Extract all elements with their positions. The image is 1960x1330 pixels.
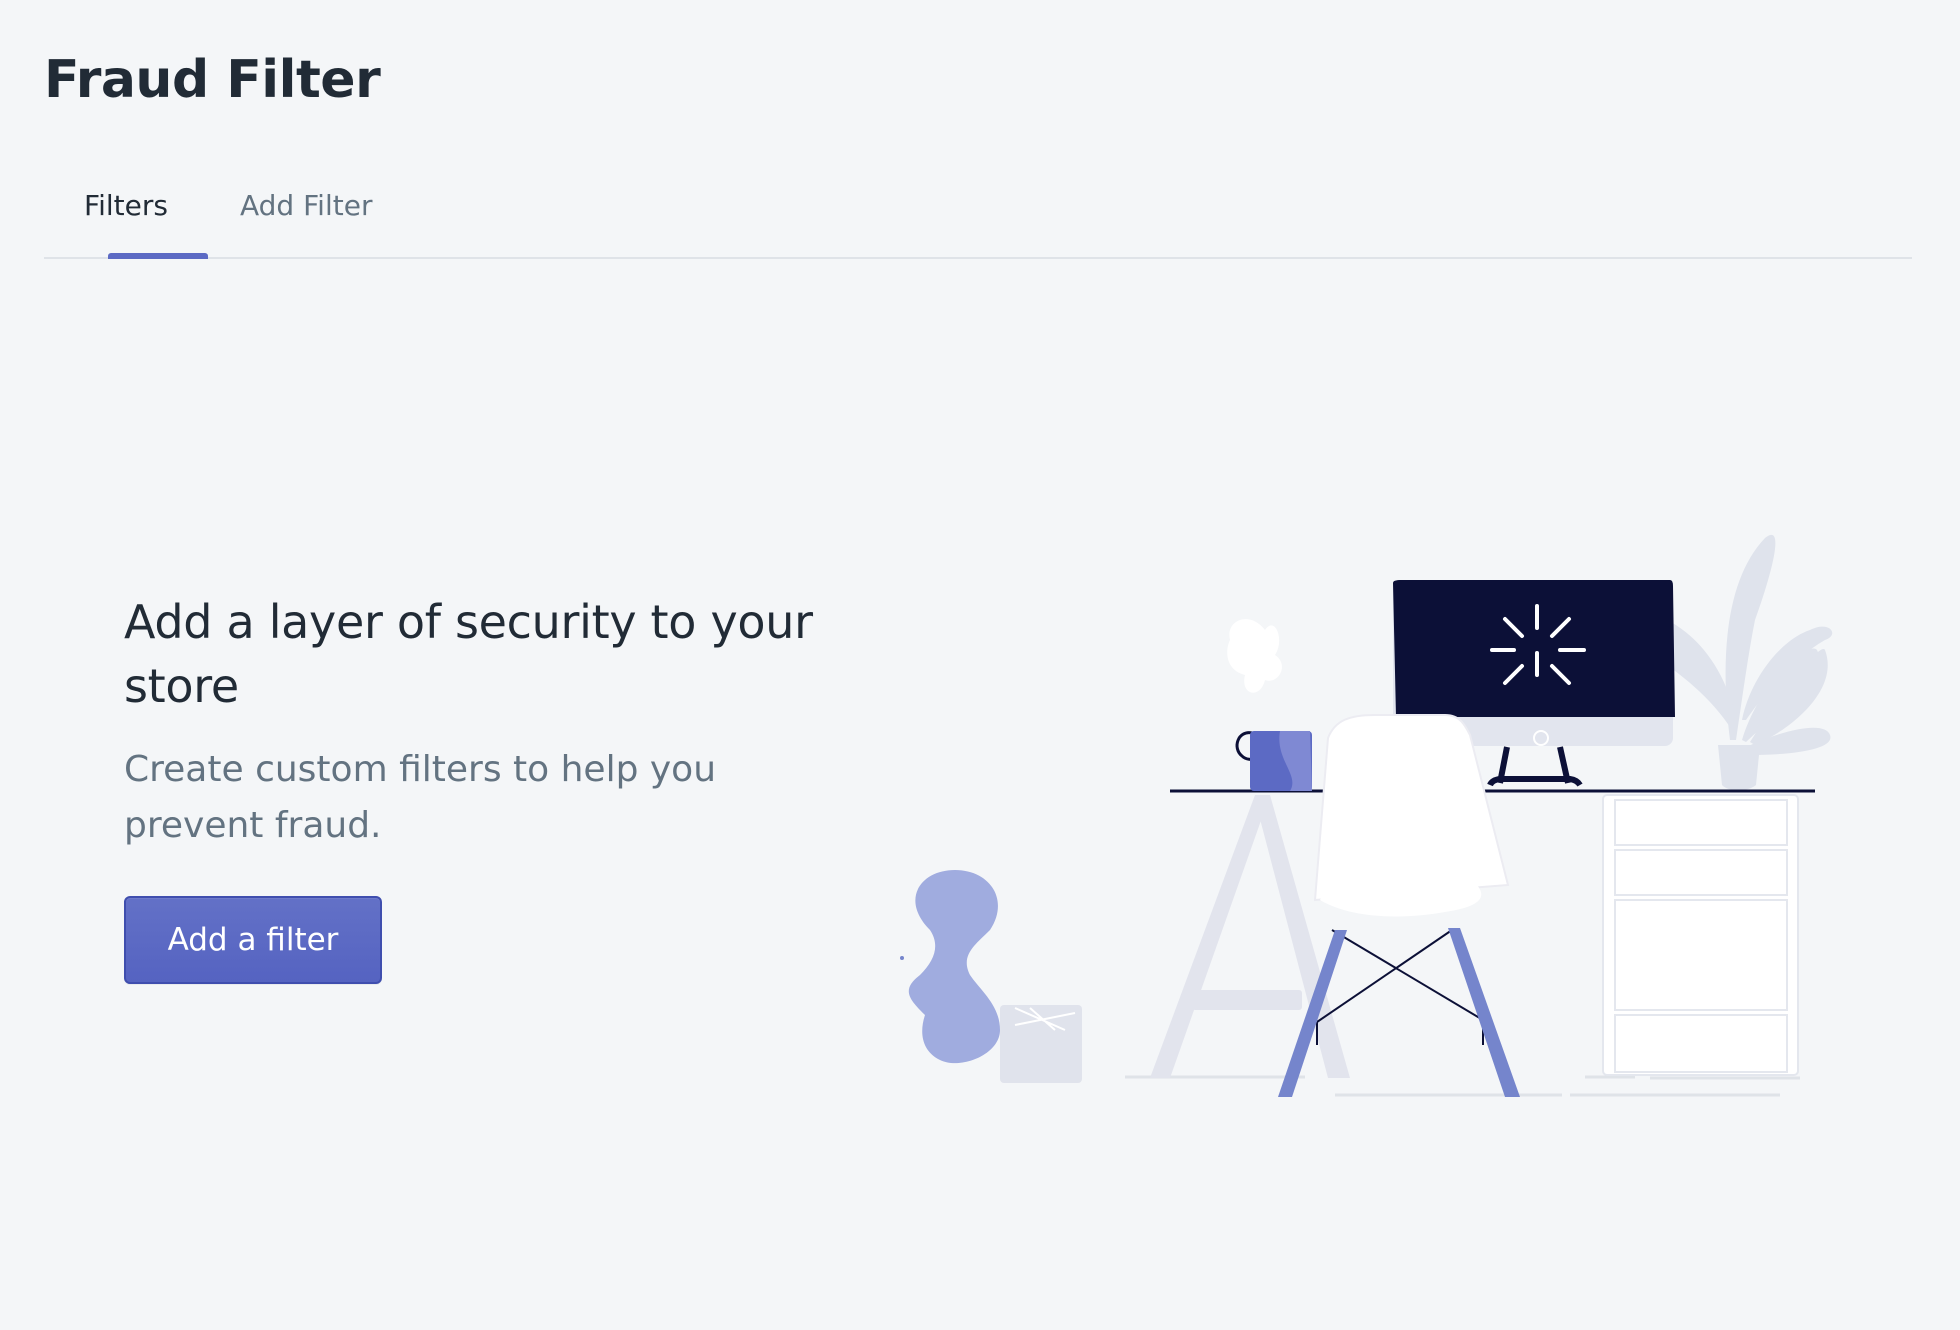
tab-filters[interactable]: Filters	[76, 170, 208, 259]
drawer-unit	[1602, 794, 1799, 1076]
steam	[1227, 619, 1282, 693]
question-mark-mascot	[900, 870, 1082, 1083]
tab-selected-indicator	[108, 253, 208, 259]
add-filter-button[interactable]: Add a filter	[124, 896, 382, 984]
floor-lines	[1125, 1075, 1800, 1097]
empty-state-heading: Add a layer of security to your store	[124, 595, 813, 713]
tab-bar: Filters Add Filter	[44, 170, 1912, 259]
empty-state: Add a layer of security to your store Cr…	[124, 590, 844, 854]
tab-add-filter-label: Add Filter	[240, 189, 373, 222]
tab-filters-label: Filters	[84, 189, 168, 222]
page-title: Fraud Filter	[44, 50, 381, 110]
workspace-illustration-icon	[900, 534, 1833, 1097]
empty-state-description: Create custom filters to help you preven…	[124, 749, 717, 846]
chair	[1278, 714, 1520, 1097]
tab-add-filter[interactable]: Add Filter	[240, 170, 372, 257]
mug	[1235, 731, 1312, 791]
